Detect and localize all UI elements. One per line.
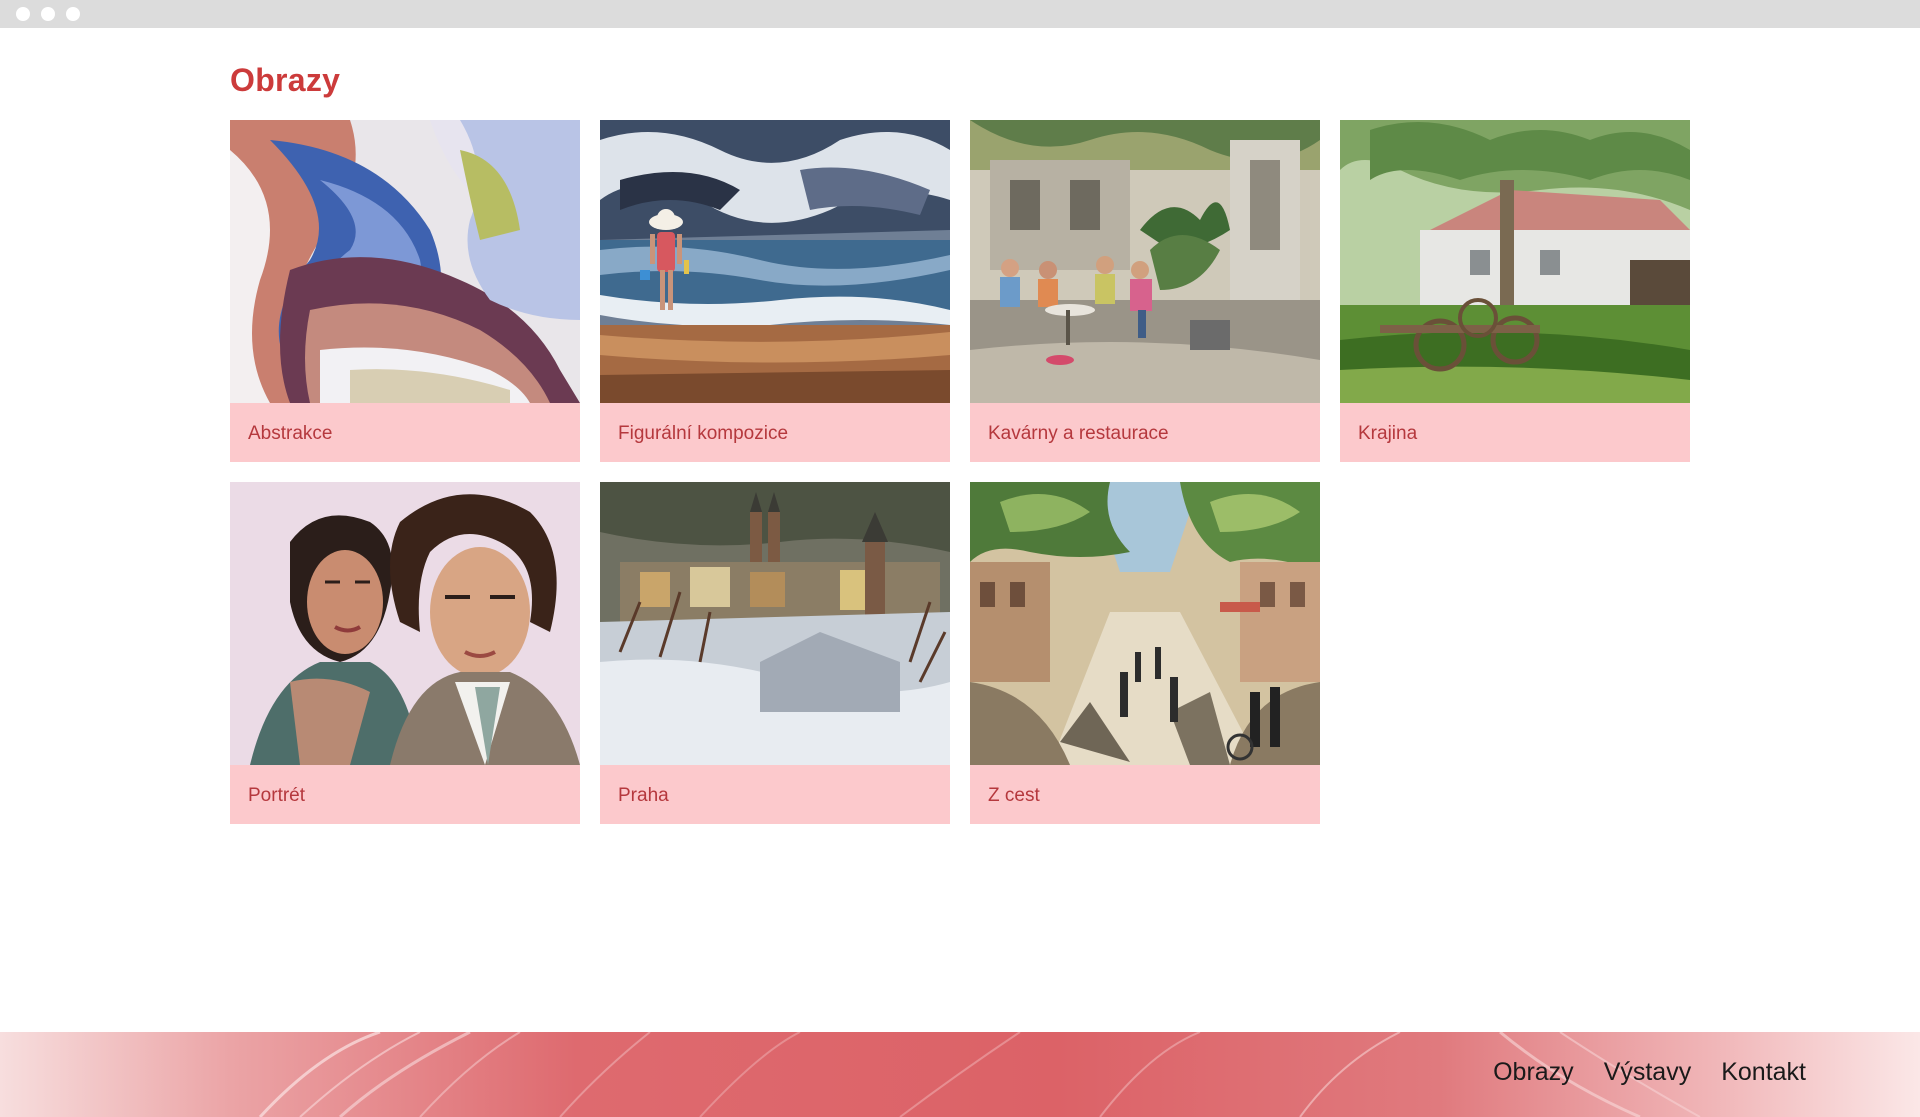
gallery-grid: Abstrakce Figurální kompozice Kavárny a … (230, 120, 1690, 824)
gallery-card-label: Abstrakce (248, 423, 333, 444)
street-avenue-painting-image (970, 482, 1320, 765)
gallery-card-z-cest[interactable]: Z cest (970, 482, 1320, 824)
gallery-card-portret[interactable]: Portrét (230, 482, 580, 824)
beach-figure-painting-image (600, 120, 950, 403)
footer-nav: Obrazy Výstavy Kontakt (1493, 1058, 1806, 1087)
footer: Obrazy Výstavy Kontakt (0, 1032, 1920, 1117)
gallery-card-kavarny-a-restaurace[interactable]: Kavárny a restaurace (970, 120, 1320, 462)
window-control-dot[interactable] (16, 7, 30, 21)
prague-winter-painting-image (600, 482, 950, 765)
window-control-dot[interactable] (41, 7, 55, 21)
gallery-card-krajina[interactable]: Krajina (1340, 120, 1690, 462)
window-control-dot[interactable] (66, 7, 80, 21)
footer-link-kontakt[interactable]: Kontakt (1721, 1058, 1806, 1087)
countryside-cart-painting-image (1340, 120, 1690, 403)
gallery-card-label: Z cest (988, 785, 1040, 806)
gallery-card-label: Kavárny a restaurace (988, 423, 1169, 444)
gallery-card-label: Praha (618, 785, 669, 806)
gallery-card-label: Figurální kompozice (618, 423, 789, 444)
browser-window-bar (0, 0, 1920, 28)
gallery-card-abstrakce[interactable]: Abstrakce (230, 120, 580, 462)
gallery-card-praha[interactable]: Praha (600, 482, 950, 824)
page-title: Obrazy (230, 62, 341, 98)
abstract-painting-image (230, 120, 580, 403)
gallery-card-label: Portrét (248, 785, 306, 806)
couple-portrait-painting-image (230, 482, 580, 765)
gallery-card-label: Krajina (1358, 423, 1418, 444)
footer-link-vystavy[interactable]: Výstavy (1604, 1058, 1692, 1087)
cafe-terrace-painting-image (970, 120, 1320, 403)
footer-link-obrazy[interactable]: Obrazy (1493, 1058, 1574, 1087)
gallery-card-figuralni-kompozice[interactable]: Figurální kompozice (600, 120, 950, 462)
